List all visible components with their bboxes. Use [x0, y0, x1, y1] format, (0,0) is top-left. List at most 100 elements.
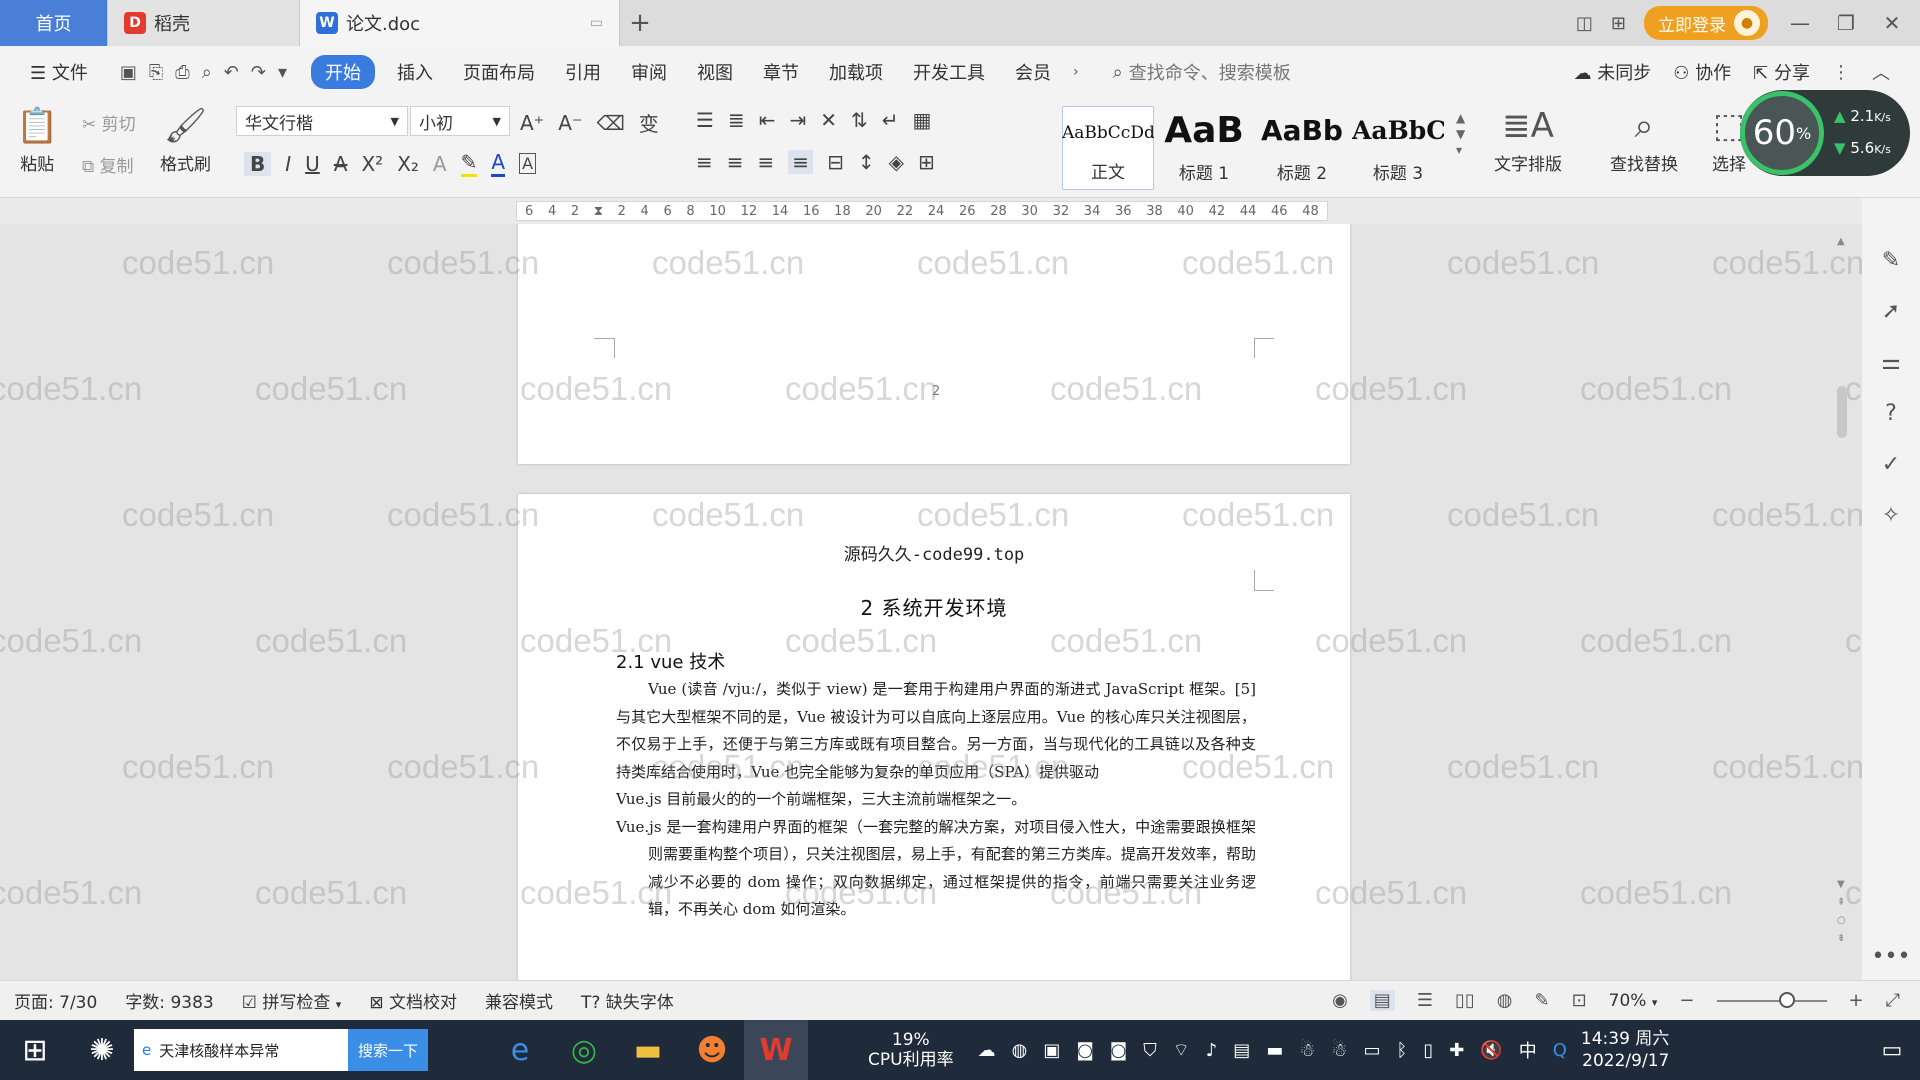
tab-document[interactable]: W 论文.doc ▭	[300, 0, 620, 46]
zoom-in-icon[interactable]: +	[1849, 990, 1864, 1011]
tab-member[interactable]: 会员	[1007, 55, 1059, 89]
chevron-down-icon[interactable]: ▾	[278, 62, 287, 83]
fullscreen-icon[interactable]: ⤢	[1886, 990, 1900, 1011]
eye-protection-icon[interactable]: ◉	[1332, 990, 1348, 1011]
shield-icon[interactable]: ⛉	[1143, 1040, 1157, 1061]
bold-icon[interactable]: B	[244, 152, 271, 176]
outline-view-icon[interactable]: ☰	[1417, 990, 1433, 1011]
bell-icon[interactable]: ♪	[1206, 1040, 1218, 1061]
copy-button[interactable]: ⧉ 复制	[82, 152, 134, 177]
page-previous[interactable]: 2	[518, 224, 1350, 464]
pointer-icon[interactable]: ➚	[1882, 299, 1900, 324]
styles-scroll[interactable]: ▲▼▾	[1456, 110, 1465, 158]
align-right-icon[interactable]: ≡	[758, 150, 775, 174]
subscript-icon[interactable]: X₂	[397, 152, 419, 176]
document-area[interactable]: 2 源码久久-code99.top 2 系统开发环境 2.1 vue 技术 Vu…	[0, 224, 1920, 980]
battery-icon[interactable]: ▭	[1364, 1040, 1381, 1061]
tab-addins[interactable]: 加载项	[821, 55, 891, 89]
tab-screen-icon[interactable]: ▭	[590, 15, 603, 31]
distribute-icon[interactable]: ⊟	[827, 150, 844, 174]
tab-insert[interactable]: 插入	[389, 55, 441, 89]
close-icon[interactable]: ✕	[1878, 11, 1906, 35]
weather-icon[interactable]: ☁	[978, 1040, 996, 1061]
zoom-select[interactable]: 70% ▾	[1609, 991, 1658, 1011]
paragraph[interactable]: Vue.js 是一套构建用户界面的框架（一套完整的解决方案，对项目侵入性大，中途…	[616, 814, 1256, 924]
shading-icon[interactable]: ◈	[889, 150, 904, 174]
web-view-icon[interactable]: ◍	[1497, 990, 1513, 1011]
page-indicator[interactable]: 页面: 7/30	[14, 988, 97, 1013]
notification-icon[interactable]: ▭	[1864, 1020, 1920, 1080]
minimize-icon[interactable]: —	[1786, 11, 1814, 35]
document-check-icon[interactable]: ✓	[1882, 452, 1900, 477]
heading-2[interactable]: 2.1 vue 技术	[616, 648, 725, 674]
file-menu[interactable]: ☰ 文件	[22, 55, 96, 89]
align-left-icon[interactable]: ≡	[696, 150, 713, 174]
tab-view[interactable]: 视图	[689, 55, 741, 89]
underline-icon[interactable]: U	[305, 152, 320, 176]
numbered-list-icon[interactable]: ≣	[728, 108, 745, 132]
text-effect-icon[interactable]: A	[433, 152, 447, 176]
speed-widget[interactable]: 60% ▲ 2.1K/s ▼ 5.6K/s	[1740, 90, 1910, 176]
style-normal[interactable]: AaBbCcDd 正文	[1062, 106, 1154, 190]
bullet-list-icon[interactable]: ☰	[696, 108, 714, 132]
char-border-icon[interactable]: A	[519, 153, 536, 174]
qq-icon[interactable]: ☃	[1331, 1040, 1347, 1061]
clock[interactable]: 14:39 周六 2022/9/17	[1581, 1028, 1669, 1072]
ruler-indent-marker[interactable]: ⧗	[594, 204, 603, 219]
word-count[interactable]: 字数: 9383	[125, 988, 213, 1013]
new-tab-button[interactable]: +	[620, 0, 660, 46]
bluetooth-icon[interactable]: ᛒ	[1397, 1040, 1408, 1061]
tray-app-icon[interactable]: ◙	[1076, 1040, 1093, 1061]
grid-apps-icon[interactable]: ⊞	[1611, 13, 1626, 34]
align-center-icon[interactable]: ≡	[727, 150, 744, 174]
reading-view-icon[interactable]: ▯▯	[1455, 990, 1475, 1011]
shrink-font-icon[interactable]: A⁻	[558, 111, 582, 135]
page-header[interactable]: 源码久久-code99.top	[518, 540, 1350, 565]
usb-icon[interactable]: ▯	[1423, 1040, 1433, 1061]
highlight-icon[interactable]: ✎	[461, 150, 478, 177]
tab-home-ribbon[interactable]: 开始	[311, 55, 375, 89]
scroll-thumb[interactable]	[1837, 386, 1847, 438]
paragraph[interactable]: Vue.js 目前最火的的一个前端框架，三大主流前端框架之一。	[616, 786, 1256, 814]
line-spacing-icon[interactable]: ↕	[858, 150, 875, 174]
heading-1[interactable]: 2 系统开发环境	[518, 592, 1350, 621]
file-explorer-icon[interactable]: ▬	[616, 1020, 680, 1080]
grow-font-icon[interactable]: A⁺	[520, 111, 544, 135]
compass-icon[interactable]: ✧	[1882, 503, 1900, 528]
wifi-icon[interactable]: ⌔	[1173, 1039, 1190, 1062]
fit-page-icon[interactable]: ⊡	[1572, 990, 1587, 1011]
pen-icon[interactable]: ✎	[1882, 248, 1900, 273]
clear-format-icon[interactable]: ⌫	[597, 111, 625, 135]
text-layout-button[interactable]: ≣A 文字排版	[1494, 106, 1562, 175]
scroll-nav-icon[interactable]: ▼⇞○⇟	[1837, 876, 1846, 948]
help-icon[interactable]: ?	[1885, 401, 1897, 426]
task-view-button[interactable]: ✺	[70, 1020, 134, 1080]
tab-developer[interactable]: 开发工具	[905, 55, 993, 89]
scroll-up-icon[interactable]: ▲	[1837, 236, 1845, 247]
font-name-select[interactable]: 华文行楷▼	[236, 106, 408, 136]
wps-app-icon[interactable]: W	[744, 1020, 808, 1080]
more-horizontal-icon[interactable]: •••	[1872, 944, 1911, 969]
vertical-scrollbar[interactable]: ▲ ▼⇞○⇟	[1834, 236, 1850, 976]
ie-browser-icon[interactable]: e	[488, 1020, 552, 1080]
increase-indent-icon[interactable]: ⇥	[789, 108, 806, 132]
cpu-usage[interactable]: 19% CPU利用率	[868, 1030, 954, 1070]
missing-font-button[interactable]: T? 缺失字体	[581, 988, 674, 1013]
taskbar-search-button[interactable]: 搜索一下	[348, 1029, 428, 1071]
layout-icon[interactable]: ◫	[1576, 13, 1593, 34]
chevron-right-icon[interactable]: ›	[1073, 64, 1079, 80]
tab-chapter[interactable]: 章节	[755, 55, 807, 89]
find-replace-button[interactable]: ⌕ 查找替换	[1610, 106, 1678, 175]
login-button[interactable]: 立即登录 ●	[1644, 6, 1768, 40]
taskbar-search[interactable]: e 天津核酸样本异常	[134, 1029, 348, 1071]
ime-indicator[interactable]: 中	[1519, 1037, 1537, 1063]
superscript-icon[interactable]: X²	[361, 152, 383, 176]
tray-app-icon[interactable]: ▣	[1043, 1040, 1060, 1061]
collab-button[interactable]: ⚇ 协作	[1673, 59, 1731, 85]
tray-app-icon[interactable]: Q	[1553, 1040, 1567, 1061]
page-current[interactable]: 源码久久-code99.top 2 系统开发环境 2.1 vue 技术 Vue …	[518, 494, 1350, 980]
table-icon[interactable]: ▦	[913, 108, 932, 132]
italic-icon[interactable]: I	[285, 152, 291, 176]
body-text[interactable]: Vue (读音 /vjuː/，类似于 view) 是一套用于构建用户界面的渐进式…	[616, 676, 1256, 924]
command-search[interactable]: ⌕ 查找命令、搜索模板	[1113, 59, 1291, 85]
